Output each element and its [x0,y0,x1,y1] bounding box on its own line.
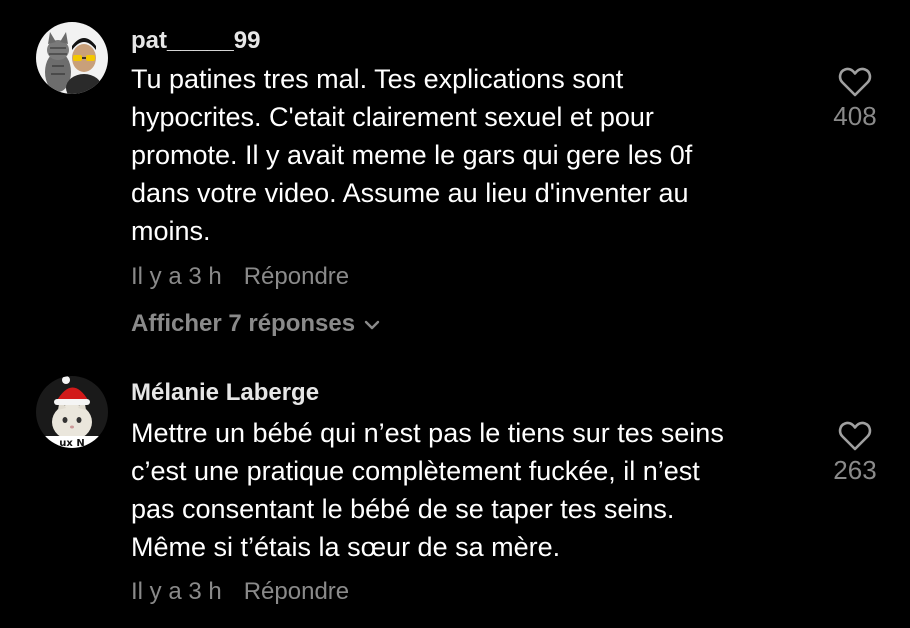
avatar[interactable]: ux N [36,376,108,448]
comment-timestamp: Il y a 3 h [131,263,222,290]
comment-timestamp: Il y a 3 h [131,578,222,605]
comment-text-line: Mettre un bébé qui n’est pas le tiens su… [131,418,724,448]
comment-text: Tu patines tres mal. Tes explications so… [131,60,811,250]
like-count: 408 [833,101,877,131]
comment-item: pat_____99 Tu patines tres mal. Tes expl… [0,0,910,360]
comment-item: ux N Mélanie Laberge Mettre un bébé qui … [0,360,910,628]
reply-button[interactable]: Répondre [244,263,349,290]
avatar[interactable] [36,22,108,94]
comment-text-line: Même si t’étais la sœur de sa mère. [131,532,561,562]
comment-text-line: c’est une pratique complètement fuckée, … [131,456,700,486]
cat-santa-hat-avatar-icon: ux N [36,376,108,448]
comment-text-line: Tu patines tres mal. Tes explications so… [131,64,624,94]
heart-icon [838,67,872,97]
svg-text:ux N: ux N [59,438,84,448]
comment-text: Mettre un bébé qui n’est pas le tiens su… [131,414,811,566]
comment-text-line: dans votre video. Assume au lieu d'inven… [131,178,689,208]
comment-text-line: promote. Il y avait meme le gars qui ger… [131,140,693,170]
cat-and-man-avatar-icon [36,22,108,94]
like-button[interactable]: 263 [820,420,890,486]
comment-username[interactable]: Mélanie Laberge [131,378,319,408]
heart-icon [838,421,872,451]
comment-text-line: moins. [131,216,211,246]
comment-text-line: hypocrites. C'etait clairement sexuel et… [131,102,654,132]
like-button[interactable]: 408 [820,66,890,132]
comment-meta: Il y a 3 h Répondre [131,577,349,607]
view-replies-label: Afficher 7 réponses [131,310,356,337]
comment-text-line: pas consentant le bébé de se taper tes s… [131,494,675,524]
chevron-down-icon [364,320,380,329]
comment-meta: Il y a 3 h Répondre [131,262,349,292]
reply-button[interactable]: Répondre [244,578,349,605]
like-count: 263 [833,455,877,485]
comment-username[interactable]: pat_____99 [131,26,260,56]
view-replies-button[interactable]: Afficher 7 réponses [131,309,381,339]
